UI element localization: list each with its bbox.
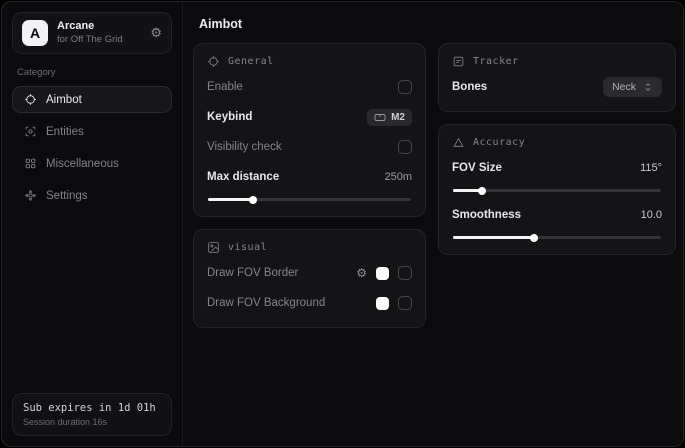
keybind-label: Keybind <box>207 111 252 123</box>
visual-card: visual Draw FOV Border ⚙ Draw FOV Backgr… <box>193 229 426 328</box>
accuracy-card-header: Accuracy <box>452 136 662 149</box>
enable-row: Enable <box>207 76 412 98</box>
smoothness-value: 10.0 <box>641 209 662 221</box>
max-distance-row: Max distance 250m <box>207 166 412 188</box>
fov-size-value: 115° <box>640 162 662 174</box>
enable-checkbox[interactable] <box>398 80 412 94</box>
draw-fov-background-controls <box>376 296 412 310</box>
session-duration-text: Session duration 16s <box>23 417 161 427</box>
entities-icon <box>23 125 37 139</box>
keybind-row: Keybind M2 <box>207 106 412 128</box>
max-distance-label: Max distance <box>207 171 279 183</box>
visibility-check-row: Visibility check <box>207 136 412 158</box>
tracker-card-header: Tracker <box>452 55 662 68</box>
chevron-up-down-icon <box>643 82 653 92</box>
image-icon <box>207 241 220 254</box>
subscription-info: Sub expires in 1d 01h Session duration 1… <box>12 393 172 436</box>
left-column: General Enable Keybind M2 V <box>193 43 426 328</box>
bones-select[interactable]: Neck <box>603 77 662 97</box>
sidebar: A Arcane for Off The Grid ⚙ Category Aim… <box>2 2 183 446</box>
general-card-header: General <box>207 55 412 68</box>
draw-fov-border-label: Draw FOV Border <box>207 267 298 279</box>
app-subtitle: for Off The Grid <box>57 34 141 46</box>
gear-icon[interactable]: ⚙ <box>150 25 162 41</box>
app-logo: A <box>22 20 48 46</box>
sidebar-item-label: Aimbot <box>46 94 82 106</box>
draw-fov-border-controls: ⚙ <box>356 266 412 280</box>
brand-text: Arcane for Off The Grid <box>57 20 141 46</box>
tracker-icon <box>452 55 465 68</box>
card-title: Tracker <box>473 56 519 67</box>
draw-fov-border-row: Draw FOV Border ⚙ <box>207 262 412 284</box>
keybind-value: M2 <box>391 112 405 123</box>
sidebar-item-entities[interactable]: Entities <box>12 118 172 145</box>
sidebar-item-aimbot[interactable]: Aimbot <box>12 86 172 113</box>
fov-background-checkbox[interactable] <box>398 296 412 310</box>
brand-card: A Arcane for Off The Grid ⚙ <box>12 12 172 54</box>
sidebar-item-label: Miscellaneous <box>46 158 119 170</box>
bones-label: Bones <box>452 81 487 93</box>
app-name: Arcane <box>57 20 141 34</box>
slider-fill <box>453 236 534 239</box>
category-label: Category <box>17 67 172 78</box>
triangle-icon <box>452 136 465 149</box>
sidebar-item-label: Entities <box>46 126 84 138</box>
sidebar-item-settings[interactable]: Settings <box>12 182 172 209</box>
crosshair-icon <box>23 93 37 107</box>
slider-fill <box>208 198 253 201</box>
card-title: visual <box>228 242 267 253</box>
grid-icon <box>23 157 37 171</box>
max-distance-slider[interactable] <box>208 198 411 201</box>
general-card: General Enable Keybind M2 V <box>193 43 426 217</box>
sidebar-nav: Aimbot Entities Miscellaneous Settings <box>12 86 172 209</box>
sidebar-item-miscellaneous[interactable]: Miscellaneous <box>12 150 172 177</box>
app-window: A Arcane for Off The Grid ⚙ Category Aim… <box>1 1 684 447</box>
card-title: General <box>228 56 274 67</box>
crosshair-icon <box>207 55 220 68</box>
enable-label: Enable <box>207 81 243 93</box>
fov-border-checkbox[interactable] <box>398 266 412 280</box>
slider-thumb[interactable] <box>478 187 486 195</box>
slider-thumb[interactable] <box>249 196 257 204</box>
bones-row: Bones Neck <box>452 76 662 98</box>
right-column: Tracker Bones Neck Accuracy <box>438 43 676 328</box>
content: General Enable Keybind M2 V <box>183 43 684 342</box>
draw-fov-background-label: Draw FOV Background <box>207 297 325 309</box>
fov-border-color-swatch[interactable] <box>376 267 389 280</box>
main-panel: Aimbot General Enable Keybind <box>183 2 684 446</box>
mouse-icon <box>374 113 386 122</box>
smoothness-slider[interactable] <box>453 236 661 239</box>
visibility-check-checkbox[interactable] <box>398 140 412 154</box>
bones-selected-value: Neck <box>612 81 636 93</box>
sidebar-item-label: Settings <box>46 190 88 202</box>
tracker-card: Tracker Bones Neck <box>438 43 676 112</box>
sub-expiry-text: Sub expires in 1d 01h <box>23 402 161 414</box>
gear-icon <box>23 189 37 203</box>
visual-card-header: visual <box>207 241 412 254</box>
page-title: Aimbot <box>183 2 684 43</box>
fov-size-row: FOV Size 115° <box>452 157 662 179</box>
smoothness-row: Smoothness 10.0 <box>452 204 662 226</box>
visibility-check-label: Visibility check <box>207 141 282 153</box>
max-distance-value: 250m <box>384 171 412 183</box>
slider-thumb[interactable] <box>530 234 538 242</box>
smoothness-label: Smoothness <box>452 209 521 221</box>
draw-fov-background-row: Draw FOV Background <box>207 292 412 314</box>
card-title: Accuracy <box>473 137 525 148</box>
fov-background-color-swatch[interactable] <box>376 297 389 310</box>
accuracy-card: Accuracy FOV Size 115° Smoothness 10.0 <box>438 124 676 255</box>
fov-size-label: FOV Size <box>452 162 502 174</box>
gear-icon[interactable]: ⚙ <box>356 267 367 279</box>
keybind-button[interactable]: M2 <box>367 109 412 126</box>
fov-size-slider[interactable] <box>453 189 661 192</box>
